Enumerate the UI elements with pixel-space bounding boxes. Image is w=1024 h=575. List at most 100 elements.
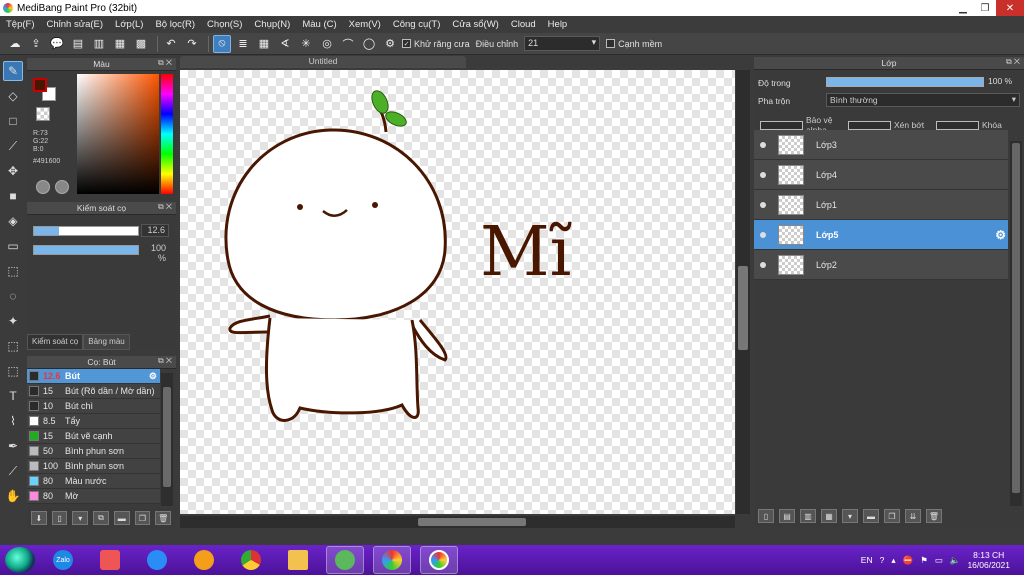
media-player-icon[interactable] [91, 546, 129, 574]
select-pen-icon[interactable]: ⬚ [3, 336, 23, 356]
chat-icon[interactable]: 💬 [48, 35, 66, 53]
comment-icon[interactable]: ▤ [69, 35, 87, 53]
soft-edge-checkbox[interactable] [606, 39, 616, 48]
eraser-tool-icon[interactable]: ◇ [3, 86, 23, 106]
transparent-swatch[interactable] [36, 107, 50, 121]
antialias-checkbox[interactable]: ✓ [402, 39, 411, 48]
layer-row[interactable]: Lớp2 [754, 250, 1008, 280]
select-eraser-icon[interactable]: ⬚ [3, 361, 23, 381]
brush-item[interactable]: 15 Bút (Rõ dần / Mờ dần) [27, 384, 160, 399]
zalo-app-icon[interactable]: Zalo [44, 546, 82, 574]
upload-icon[interactable]: ⇪ [27, 35, 45, 53]
snap-ellipse-icon[interactable]: ◯ [360, 35, 378, 53]
pen-tool-icon[interactable]: ✒ [3, 436, 23, 456]
copy-brush-icon[interactable]: ⧉ [93, 511, 109, 525]
move-tool-icon[interactable]: ✥ [3, 161, 23, 181]
menu-color[interactable]: Màu (C) [302, 19, 336, 30]
snap-cross-icon[interactable]: ▦ [255, 35, 273, 53]
layer-visibility-icon[interactable] [760, 231, 766, 238]
duplicate-icon[interactable]: ❐ [134, 511, 151, 525]
divide-tool-icon[interactable]: ⌇ [3, 411, 23, 431]
panel-float-close-icon[interactable]: ⧉ ✕ [158, 202, 172, 212]
layer-row[interactable]: Lớp5 ⚙ [754, 220, 1008, 250]
layer-row[interactable]: Lớp4 [754, 160, 1008, 190]
brush-list-scrollbar[interactable] [161, 373, 173, 506]
canvas-horizontal-scrollbar[interactable] [180, 516, 735, 528]
layer-visibility-icon[interactable] [760, 171, 766, 178]
browser-icon[interactable] [185, 546, 223, 574]
menu-cloud[interactable]: Cloud [511, 19, 536, 30]
layer-visibility-icon[interactable] [760, 261, 766, 268]
network-icon[interactable]: ▭ [935, 555, 943, 566]
magic-wand-icon[interactable]: ✦ [3, 311, 23, 331]
palette-icon[interactable] [36, 180, 50, 194]
volume-icon[interactable]: 🔈 [950, 555, 961, 566]
layer-visibility-icon[interactable] [760, 201, 766, 208]
medibang-app-icon[interactable] [420, 546, 458, 574]
start-button[interactable] [5, 547, 35, 573]
menu-filter[interactable]: Bộ lọc(R) [155, 19, 195, 30]
eyedropper-color-icon[interactable] [55, 180, 69, 194]
bucket-tool-icon[interactable]: ◈ [3, 211, 23, 231]
download-brush-icon[interactable]: ⬇ [31, 511, 47, 525]
tab-brush-control[interactable]: Kiểm soát cọ [27, 334, 84, 350]
lasso-tool-icon[interactable]: ◌ [3, 286, 23, 306]
snap-curve-icon[interactable]: ⌒ [339, 35, 357, 53]
snap-parallel-icon[interactable]: ≣ [234, 35, 252, 53]
menu-layer[interactable]: Lớp(L) [115, 19, 143, 30]
layer-settings-icon[interactable]: ⚙ [995, 228, 1006, 242]
tab-palette[interactable]: Bảng màu [83, 334, 130, 350]
flag-icon[interactable]: ⚑ [920, 555, 928, 566]
hue-slider[interactable] [161, 74, 173, 194]
gradient-tool-icon[interactable]: ▭ [3, 236, 23, 256]
add-brush-icon[interactable]: ▾ [72, 511, 89, 525]
brush-tool-icon[interactable]: ✎ [3, 61, 23, 81]
canvas[interactable]: Mĩ [180, 70, 735, 514]
brush-settings-icon[interactable]: ⚙ [149, 371, 157, 382]
select-tool-icon[interactable]: ⬚ [3, 261, 23, 281]
menu-view[interactable]: Xem(V) [349, 19, 381, 30]
document-icon[interactable]: ▥ [90, 35, 108, 53]
delete-brush-icon[interactable]: 🗑 [155, 511, 172, 525]
menu-select[interactable]: Chọn(S) [207, 19, 242, 30]
layer-opacity-slider[interactable] [826, 77, 984, 87]
merge-layer-icon[interactable]: ⇊ [905, 509, 921, 523]
brush-item[interactable]: 8.5 Tẩy [27, 414, 160, 429]
snap-settings-icon[interactable]: ⚙ [381, 35, 399, 53]
close-button[interactable]: ✕ [996, 0, 1024, 16]
text-tool-icon[interactable]: T [3, 386, 23, 406]
menu-snap[interactable]: Chụp(N) [254, 19, 290, 30]
antivirus-icon[interactable]: ⛔ [903, 555, 914, 566]
menu-tools[interactable]: Công cụ(T) [393, 19, 441, 30]
saturation-value-picker[interactable] [77, 74, 159, 194]
layer-row[interactable]: Lớp3 [754, 130, 1008, 160]
internet-explorer-icon[interactable] [138, 546, 176, 574]
blend-mode-select[interactable]: Bình thường [826, 93, 1020, 107]
new-8bit-layer-icon[interactable]: ▥ [800, 509, 816, 523]
new-halftone-layer-icon[interactable]: ▤ [779, 509, 795, 523]
grid-icon[interactable]: ▩ [132, 35, 150, 53]
layer-folder-icon[interactable]: ▬ [863, 509, 879, 523]
storyboard-icon[interactable]: ▦ [111, 35, 129, 53]
canvas-vertical-scrollbar[interactable] [736, 70, 750, 514]
fill-rect-icon[interactable]: ■ [3, 186, 23, 206]
minimize-button[interactable]: ▁ [952, 0, 974, 16]
delete-layer-icon[interactable]: 🗑 [926, 509, 942, 523]
new-1bit-layer-icon[interactable]: ▦ [821, 509, 837, 523]
brush-item[interactable]: 15 Bút vẽ cạnh [27, 429, 160, 444]
tray-expand-icon[interactable]: ▴ [891, 555, 895, 566]
clock[interactable]: 8:13 CH 16/06/2021 [967, 550, 1010, 570]
paint-app-icon[interactable] [373, 546, 411, 574]
language-indicator[interactable]: EN [861, 555, 873, 565]
panel-float-close-icon[interactable]: ⧉ ✕ [158, 58, 172, 68]
menu-file[interactable]: Tệp(F) [6, 19, 35, 30]
clipping-checkbox[interactable] [848, 120, 892, 130]
brush-item[interactable]: 10 Bút chì [27, 399, 160, 414]
document-tab[interactable]: Untitled [180, 56, 466, 68]
eyedropper-icon[interactable]: ⟋ [3, 461, 23, 481]
panel-float-close-icon[interactable]: ⧉ ✕ [1006, 57, 1020, 67]
green-app-icon[interactable] [326, 546, 364, 574]
brush-item[interactable]: 50 Bình phun sơn [27, 444, 160, 459]
folder-icon[interactable]: ▬ [113, 511, 130, 525]
menu-window[interactable]: Cửa sổ(W) [452, 19, 498, 30]
